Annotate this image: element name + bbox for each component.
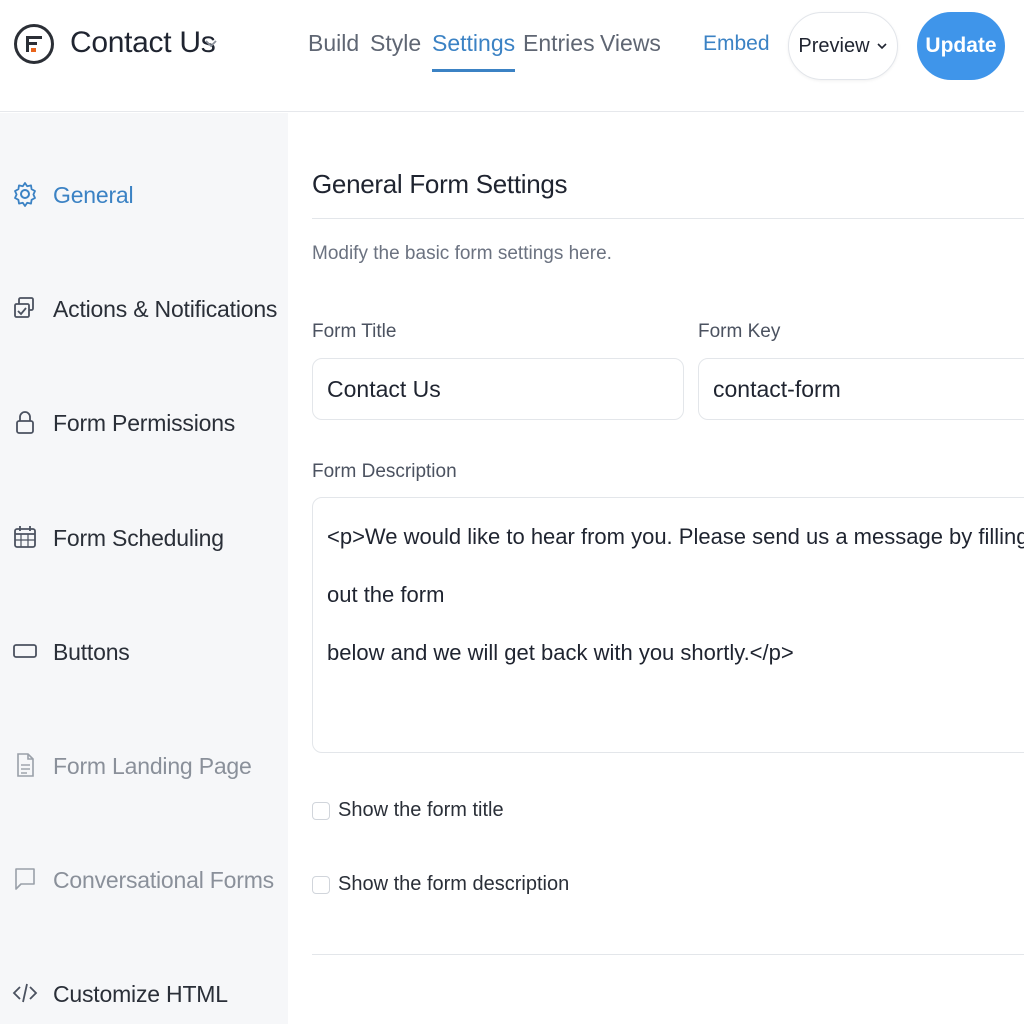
sidebar-item-label: Actions & Notifications [53,295,278,322]
tab-entries[interactable]: Entries [523,30,595,69]
show-form-description-option[interactable]: Show the form description [312,873,569,896]
show-form-title-checkbox[interactable] [312,801,330,820]
form-description-textarea[interactable]: <p>We would like to hear from you. Pleas… [312,497,1024,753]
code-icon [12,983,38,1003]
form-key-label: Form Key [698,321,781,342]
form-description-label: Form Description [312,461,457,482]
settings-sidebar: General Actions & Notifications Form Per… [0,113,288,1024]
form-name-title[interactable]: Contact Us [70,26,216,60]
section-description: Modify the basic form settings here. [312,243,612,264]
gear-icon [14,182,36,207]
top-bar: Contact Us Build Style Settings Entries … [0,0,1024,112]
form-title-input[interactable] [312,358,684,420]
divider [312,954,1024,955]
lock-icon [16,411,34,434]
embed-link[interactable]: Embed [703,32,770,56]
calendar-icon [14,526,36,548]
checkbox-label: Show the form title [338,799,504,821]
sidebar-item-label: Buttons [53,638,130,665]
sidebar-item-label: General [53,181,134,208]
button-icon [13,644,37,658]
tab-settings[interactable]: Settings [432,30,516,72]
tab-style[interactable]: Style [370,30,421,69]
form-key-input[interactable] [698,358,1024,420]
form-description-line: below and we will get back with you shor… [327,640,794,665]
sidebar-item-form-landing-page[interactable]: Form Landing Page [0,736,288,796]
checkbox-label: Show the form description [338,873,570,895]
chevron-down-icon [876,43,887,50]
update-button[interactable]: Update [917,12,1005,80]
section-title: General Form Settings [312,169,568,199]
sidebar-item-label: Form Scheduling [53,524,224,551]
sidebar-item-label: Form Landing Page [53,752,252,779]
preview-button-label: Preview [798,34,870,57]
sidebar-item-form-scheduling[interactable]: Form Scheduling [0,508,288,568]
settings-main-panel: General Form Settings Modify the basic f… [288,113,1024,1024]
sidebar-item-label: Conversational Forms [53,866,274,893]
sidebar-item-general[interactable]: General [0,165,288,225]
formidable-logo-icon[interactable] [14,24,54,64]
tab-build[interactable]: Build [308,30,359,69]
sidebar-item-customize-html[interactable]: Customize HTML [0,964,288,1024]
notifications-icon [14,297,34,318]
divider [312,218,1024,219]
page-icon [17,753,34,777]
chevron-down-icon[interactable] [202,34,220,52]
preview-button[interactable]: Preview [788,12,898,80]
form-title-label: Form Title [312,321,397,342]
sidebar-item-label: Customize HTML [53,980,228,1007]
sidebar-item-actions-notifications[interactable]: Actions & Notifications [0,279,288,339]
tab-views[interactable]: Views [600,30,661,69]
sidebar-item-conversational-forms[interactable]: Conversational Forms [0,850,288,910]
show-form-description-checkbox[interactable] [312,875,330,894]
sidebar-item-form-permissions[interactable]: Form Permissions [0,393,288,453]
form-description-line: <p>We would like to hear from you. Pleas… [327,524,1024,607]
show-form-title-option[interactable]: Show the form title [312,799,504,822]
chat-icon [15,868,35,890]
sidebar-item-buttons[interactable]: Buttons [0,622,288,682]
sidebar-item-label: Form Permissions [53,409,236,436]
